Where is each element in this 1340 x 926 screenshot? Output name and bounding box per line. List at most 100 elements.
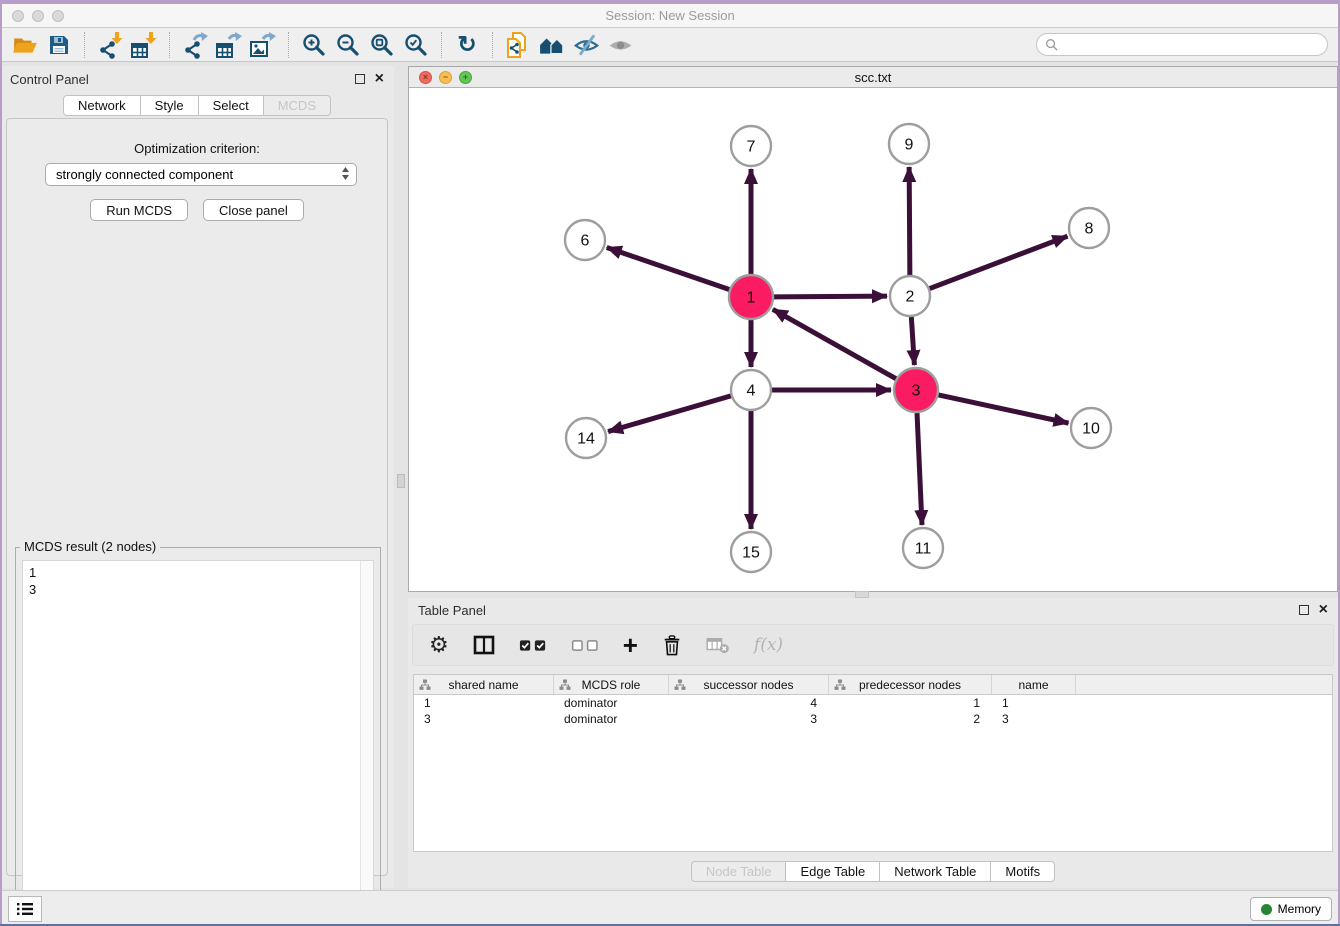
tab-style[interactable]: Style bbox=[141, 95, 199, 116]
column-header-MCDS-role[interactable]: MCDS role bbox=[554, 675, 669, 694]
edge-3-11[interactable] bbox=[917, 413, 922, 525]
edge-2-9[interactable] bbox=[909, 167, 910, 275]
close-table-panel-icon[interactable]: × bbox=[1319, 605, 1328, 615]
zoom-fit-icon bbox=[369, 32, 395, 58]
column-label: shared name bbox=[448, 678, 518, 692]
float-table-panel-icon[interactable] bbox=[1299, 605, 1309, 615]
column-type-icon bbox=[674, 679, 686, 691]
refresh-layout-button[interactable]: ↻ bbox=[450, 30, 484, 60]
edge-2-3[interactable] bbox=[911, 317, 914, 365]
tab-edge-table[interactable]: Edge Table bbox=[786, 861, 880, 882]
deselect-all-columns-button[interactable] bbox=[571, 630, 599, 660]
node-label-4: 4 bbox=[747, 383, 756, 400]
create-column-button[interactable]: + bbox=[623, 630, 638, 660]
main-toolbar: ↻ bbox=[0, 28, 1340, 62]
table-cell[interactable]: 3 bbox=[414, 711, 554, 727]
network-window-title: scc.txt bbox=[409, 70, 1337, 85]
close-panel-icon[interactable]: × bbox=[375, 74, 384, 84]
edge-3-10[interactable] bbox=[938, 395, 1068, 423]
table-cell[interactable]: 4 bbox=[669, 695, 829, 711]
window-border-left bbox=[0, 0, 2, 926]
close-panel-button[interactable]: Close panel bbox=[203, 199, 304, 221]
edge-1-6[interactable] bbox=[607, 247, 729, 289]
export-table-button[interactable] bbox=[212, 30, 246, 60]
first-neighbors-button[interactable] bbox=[535, 30, 569, 60]
table-cell[interactable]: 1 bbox=[414, 695, 554, 711]
plus-icon: + bbox=[623, 632, 638, 658]
tab-network[interactable]: Network bbox=[63, 95, 141, 116]
column-header-name[interactable]: name bbox=[992, 675, 1076, 694]
table-cell[interactable]: 2 bbox=[829, 711, 992, 727]
export-network-button[interactable] bbox=[178, 30, 212, 60]
criterion-select[interactable]: strongly connected component bbox=[45, 163, 357, 186]
table-cell[interactable]: dominator bbox=[554, 695, 669, 711]
splitter-grip[interactable] bbox=[397, 474, 405, 488]
open-session-button[interactable] bbox=[8, 30, 42, 60]
control-panel: Control Panel × Network Style Select MCD… bbox=[0, 66, 394, 888]
column-header-successor-nodes[interactable]: successor nodes bbox=[669, 675, 829, 694]
eye-slash-icon bbox=[573, 32, 600, 58]
network-view-window: × − + scc.txt 7968124314101511 bbox=[408, 66, 1338, 592]
checked-boxes-icon bbox=[519, 638, 547, 653]
edge-1-2[interactable] bbox=[774, 296, 887, 297]
import-network-button[interactable] bbox=[93, 30, 127, 60]
export-image-button[interactable] bbox=[246, 30, 280, 60]
tab-mcds[interactable]: MCDS bbox=[264, 95, 331, 116]
zoom-selected-icon bbox=[403, 32, 429, 58]
zoom-in-button[interactable] bbox=[297, 30, 331, 60]
table-row[interactable]: 1dominator411 bbox=[414, 695, 1332, 711]
toolbar-separator bbox=[441, 32, 442, 58]
save-session-button[interactable] bbox=[42, 30, 76, 60]
result-scrollbar[interactable] bbox=[360, 561, 373, 917]
edges-layer bbox=[607, 167, 1069, 529]
tab-select[interactable]: Select bbox=[199, 95, 264, 116]
delete-column-button[interactable] bbox=[662, 630, 682, 660]
table-cell[interactable]: 3 bbox=[992, 711, 1076, 727]
edge-2-8[interactable] bbox=[930, 236, 1068, 288]
table-cell[interactable]: 1 bbox=[992, 695, 1076, 711]
float-panel-icon[interactable] bbox=[355, 74, 365, 84]
mcds-result-textarea[interactable]: 1 3 bbox=[22, 560, 374, 918]
memory-button[interactable]: Memory bbox=[1250, 897, 1332, 921]
node-label-10: 10 bbox=[1082, 421, 1100, 438]
table-row[interactable]: 3dominator323 bbox=[414, 711, 1332, 727]
table-cell[interactable]: 3 bbox=[669, 711, 829, 727]
clone-network-button[interactable] bbox=[501, 30, 535, 60]
search-input[interactable] bbox=[1063, 38, 1319, 52]
zoom-out-button[interactable] bbox=[331, 30, 365, 60]
save-icon bbox=[47, 33, 71, 57]
import-table-button[interactable] bbox=[127, 30, 161, 60]
run-mcds-button[interactable]: Run MCDS bbox=[90, 199, 188, 221]
table-cell[interactable]: 1 bbox=[829, 695, 992, 711]
task-history-button[interactable] bbox=[8, 896, 42, 922]
column-header-predecessor-nodes[interactable]: predecessor nodes bbox=[829, 675, 992, 694]
trash-icon bbox=[662, 634, 682, 657]
zoom-fit-button[interactable] bbox=[365, 30, 399, 60]
column-label: predecessor nodes bbox=[859, 678, 961, 692]
zoom-selected-button[interactable] bbox=[399, 30, 433, 60]
column-header-shared-name[interactable]: shared name bbox=[414, 675, 554, 694]
vertical-splitter[interactable] bbox=[394, 66, 408, 888]
export-network-icon bbox=[181, 31, 209, 59]
edge-4-14[interactable] bbox=[608, 396, 731, 432]
export-image-icon bbox=[249, 31, 277, 59]
function-builder-button[interactable]: f(x) bbox=[754, 630, 783, 660]
node-table[interactable]: shared name MCDS role successor nodes prede… bbox=[413, 674, 1333, 852]
hide-selected-button[interactable] bbox=[569, 30, 603, 60]
tab-node-table[interactable]: Node Table bbox=[691, 861, 787, 882]
show-columns-button[interactable] bbox=[473, 630, 495, 660]
tab-network-table[interactable]: Network Table bbox=[880, 861, 991, 882]
gear-icon: ⚙ bbox=[429, 634, 449, 656]
table-settings-button[interactable]: ⚙ bbox=[429, 630, 449, 660]
network-canvas[interactable]: 7968124314101511 bbox=[409, 88, 1337, 591]
delete-table-button[interactable] bbox=[706, 630, 730, 660]
show-hidden-button[interactable] bbox=[603, 30, 637, 60]
edge-3-1[interactable] bbox=[773, 309, 896, 378]
toolbar-separator bbox=[288, 32, 289, 58]
tab-motifs[interactable]: Motifs bbox=[991, 861, 1055, 882]
column-label: successor nodes bbox=[703, 678, 793, 692]
memory-label: Memory bbox=[1278, 902, 1321, 916]
horizontal-splitter-grip[interactable] bbox=[855, 591, 869, 598]
select-all-columns-button[interactable] bbox=[519, 630, 547, 660]
table-cell[interactable]: dominator bbox=[554, 711, 669, 727]
